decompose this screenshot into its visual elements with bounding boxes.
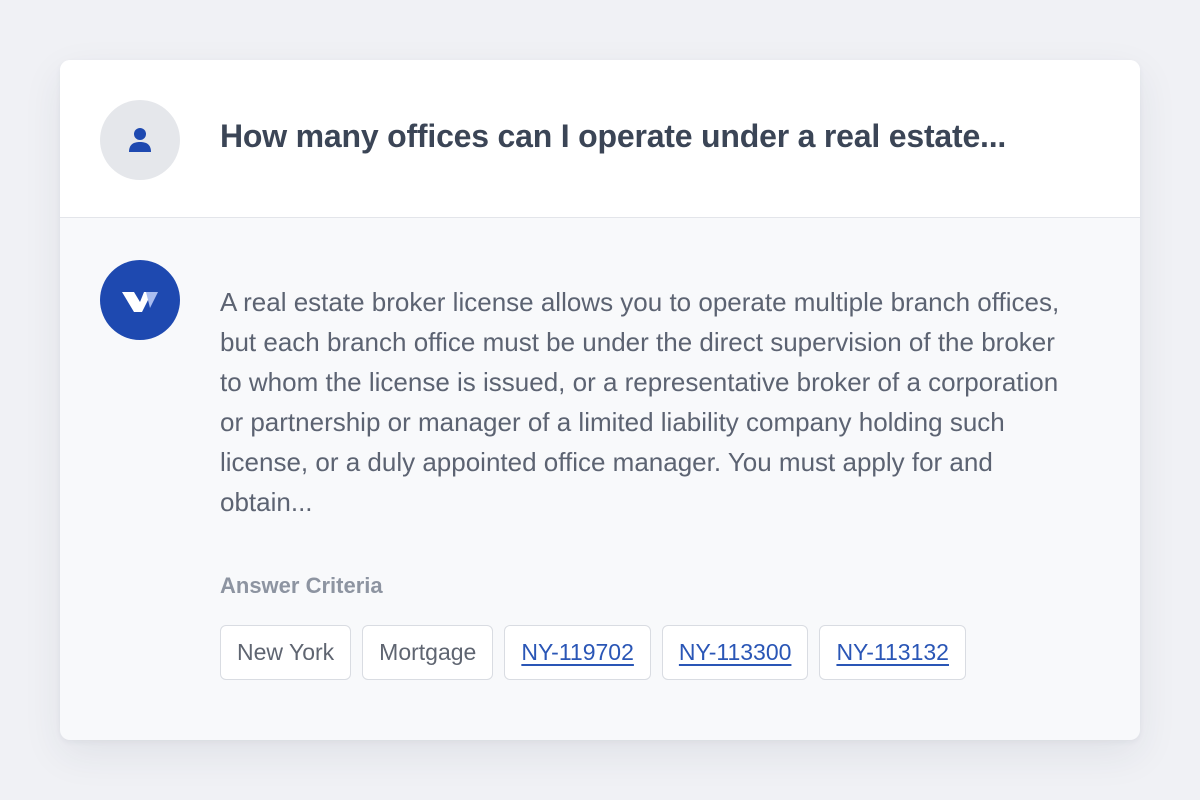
answer-criteria-title: Answer Criteria: [220, 573, 383, 598]
tag-link-ny-119702[interactable]: NY-119702: [504, 625, 651, 680]
question-header: How many offices can I operate under a r…: [60, 60, 1140, 218]
tag-mortgage: Mortgage: [362, 625, 494, 680]
tag-link-ny-113300[interactable]: NY-113300: [661, 625, 809, 680]
tag-link-ny-113132[interactable]: NY-113132: [819, 625, 966, 680]
answer-text: A real estate broker license allows you …: [220, 287, 1060, 517]
user-avatar: [100, 100, 180, 180]
brand-logo-icon: [122, 292, 158, 312]
user-icon: [129, 128, 151, 152]
tag-new-york: New York: [220, 625, 352, 680]
question-text: How many offices can I operate under a r…: [220, 118, 1007, 154]
qa-card: How many offices can I operate under a r…: [60, 60, 1140, 740]
assistant-avatar: [100, 260, 180, 340]
criteria-tags: New York Mortgage NY-119702 NY-113300 NY…: [220, 625, 966, 680]
